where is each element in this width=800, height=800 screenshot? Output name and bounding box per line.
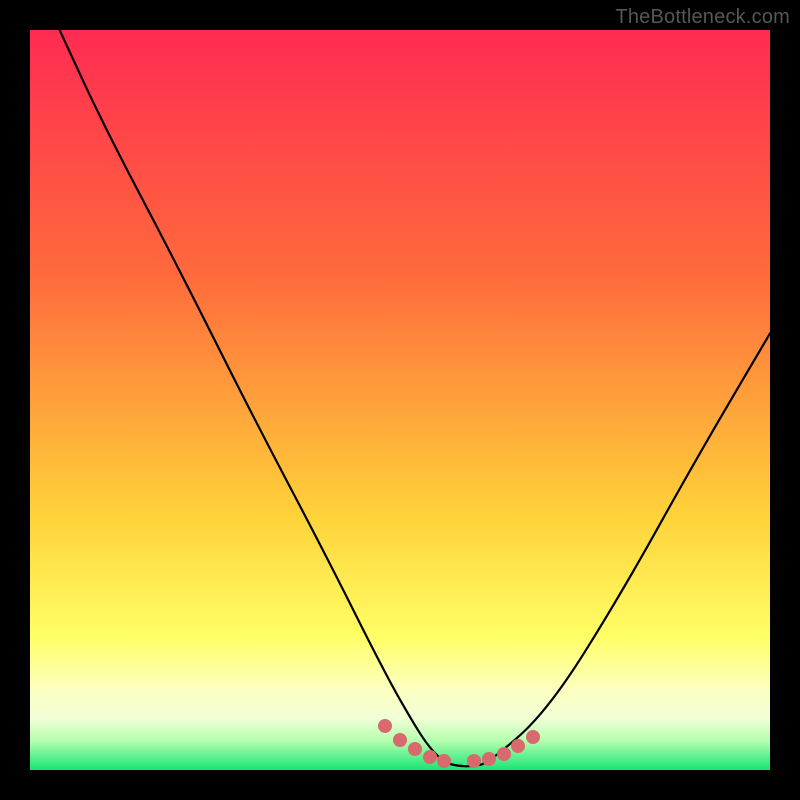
dot-layer — [30, 30, 770, 770]
plot-area — [30, 30, 770, 770]
highlight-dot — [378, 719, 392, 733]
highlight-dot — [511, 739, 525, 753]
highlight-dot — [393, 733, 407, 747]
highlight-dot — [526, 730, 540, 744]
highlight-dot — [497, 747, 511, 761]
highlight-dot — [408, 742, 422, 756]
chart-frame: TheBottleneck.com — [0, 0, 800, 800]
highlight-dot — [482, 752, 496, 766]
highlight-dot — [437, 754, 451, 768]
highlight-dot — [467, 754, 481, 768]
watermark-text: TheBottleneck.com — [615, 6, 790, 29]
highlight-dot — [423, 750, 437, 764]
